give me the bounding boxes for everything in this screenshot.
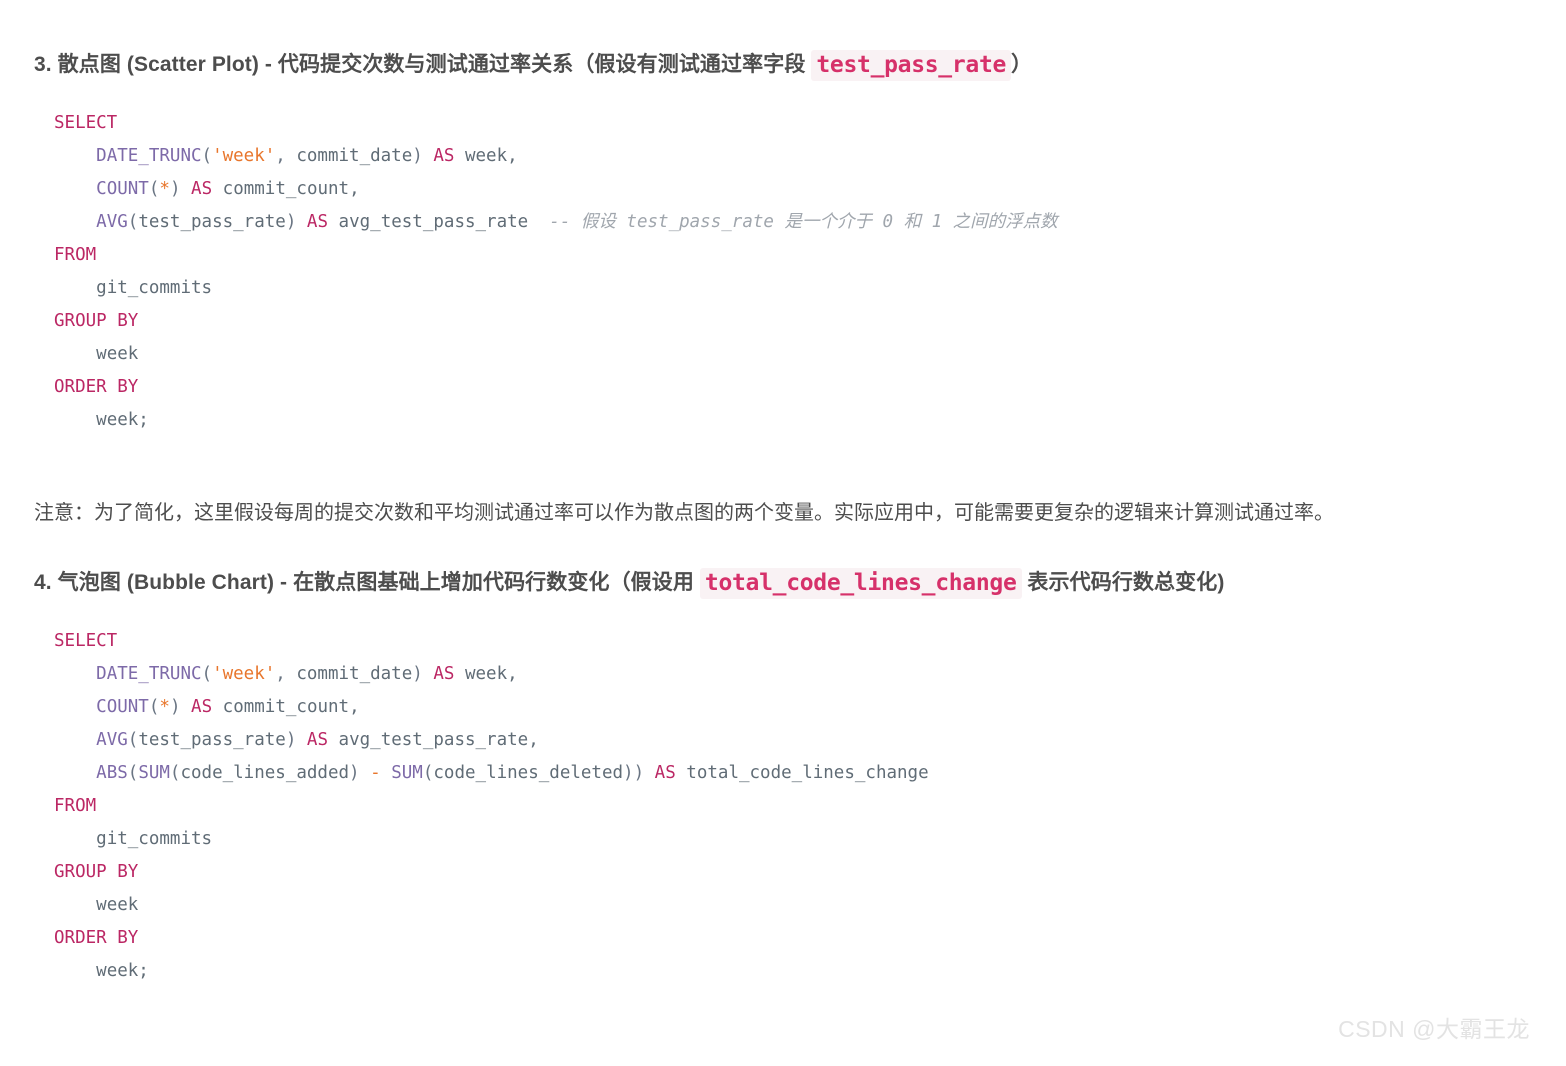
punctuation-open-paren: ( (148, 178, 160, 199)
punctuation-open-paren: ( (201, 663, 213, 684)
sql-keyword-as: AS (433, 663, 455, 684)
punctuation-close-paren: ) (349, 762, 360, 783)
sql-column-week: week (96, 894, 139, 915)
csdn-watermark: CSDN @大霸王龙 (1338, 1016, 1530, 1042)
punctuation-open-paren: ( (148, 696, 160, 717)
sql-alias-week: week, (464, 145, 518, 166)
sql-identifier-test-pass-rate: test_pass_rate (138, 211, 286, 232)
punctuation-close-paren: ) (285, 729, 297, 750)
sql-operator-minus: - (370, 762, 381, 783)
sql-code-block-scatter-plot[interactable]: SELECT DATE_TRUNC('week', commit_date) A… (34, 100, 1532, 443)
sql-alias-avg-test-pass-rate: avg_test_pass_rate, (338, 729, 539, 750)
punctuation-open-paren: ( (422, 762, 434, 783)
sql-column-week-end: week; (96, 960, 149, 981)
punctuation-close-paren: ) (285, 211, 297, 232)
sql-string-week: 'week' (212, 663, 276, 684)
sql-keyword-as: AS (191, 696, 213, 717)
sql-alias-total-code-lines-change: total_code_lines_change (686, 762, 929, 783)
sql-identifier-code-lines-deleted: code_lines_deleted (433, 762, 624, 783)
punctuation-comma: , (275, 145, 297, 166)
sql-identifier-code-lines-added: code_lines_added (180, 762, 350, 783)
heading-text-suffix: ） (1011, 53, 1033, 76)
section-heading-bubble-chart: 4. 气泡图 (Bubble Chart) - 在散点图基础上增加代码行数变化（… (34, 555, 1532, 599)
punctuation-close-paren: ) (412, 663, 423, 684)
punctuation-open-paren: ( (201, 145, 213, 166)
sql-function-sum-added: SUM (138, 762, 170, 783)
sql-function-count: COUNT (96, 178, 149, 199)
sql-keyword-as: AS (433, 145, 455, 166)
sql-function-date-trunc: DATE_TRUNC (96, 663, 202, 684)
inline-code-total-code-lines-change: total_code_lines_change (699, 567, 1022, 599)
sql-keyword-from: FROM (54, 244, 97, 265)
sql-string-week: 'week' (212, 145, 276, 166)
sql-function-avg: AVG (96, 211, 128, 232)
punctuation-close-paren: ) (169, 696, 181, 717)
sql-keyword-as: AS (306, 729, 328, 750)
sql-keyword-as: AS (654, 762, 676, 783)
inline-code-test-pass-rate: test_pass_rate (811, 50, 1012, 81)
note-paragraph-scatter-plot: 注意：为了简化，这里假设每周的提交次数和平均测试通过率可以作为散点图的两个变量。… (34, 501, 1334, 524)
sql-column-week: week (96, 343, 139, 364)
sql-table-git-commits: git_commits (96, 277, 213, 298)
sql-table-git-commits: git_commits (96, 828, 213, 849)
sql-identifier-test-pass-rate: test_pass_rate (138, 729, 286, 750)
sql-function-count: COUNT (96, 696, 149, 717)
document-page: 3. 散点图 (Scatter Plot) - 代码提交次数与测试通过率关系（假… (0, 21, 1566, 1066)
sql-alias-commit-count: commit_count, (222, 696, 360, 717)
sql-comment: -- 假设 test_pass_rate 是一个介于 0 和 1 之间的浮点数 (549, 211, 1058, 232)
punctuation-close-paren: ) (169, 178, 181, 199)
punctuation-open-paren: ( (169, 762, 181, 783)
heading-text-suffix: 表示代码行数总变化) (1021, 570, 1225, 594)
section-heading-scatter-plot: 3. 散点图 (Scatter Plot) - 代码提交次数与测试通过率关系（假… (34, 21, 1532, 81)
sql-operator-star: * (159, 178, 170, 199)
sql-code-block-bubble-chart[interactable]: SELECT DATE_TRUNC('week', commit_date) A… (34, 618, 1532, 994)
punctuation-open-paren: ( (127, 211, 139, 232)
sql-function-date-trunc: DATE_TRUNC (96, 145, 202, 166)
sql-keyword-from: FROM (54, 795, 97, 816)
punctuation-close-paren: ) (412, 145, 423, 166)
sql-keyword-select: SELECT (54, 112, 118, 133)
punctuation-close-paren: )) (623, 762, 645, 783)
sql-column-week-end: week; (96, 409, 149, 430)
punctuation-open-paren: ( (127, 729, 139, 750)
sql-function-abs: ABS (96, 762, 128, 783)
sql-keyword-order-by: ORDER BY (54, 376, 139, 397)
punctuation-comma: , (275, 663, 297, 684)
sql-keyword-as: AS (306, 211, 328, 232)
sql-function-avg: AVG (96, 729, 128, 750)
heading-text-prefix: 4. 气泡图 (Bubble Chart) - 在散点图基础上增加代码行数变化（… (34, 570, 700, 594)
sql-keyword-as: AS (191, 178, 213, 199)
sql-alias-commit-count: commit_count, (222, 178, 360, 199)
sql-keyword-group-by: GROUP BY (54, 861, 139, 882)
sql-keyword-select: SELECT (54, 630, 118, 651)
sql-alias-avg-test-pass-rate: avg_test_pass_rate (338, 211, 529, 232)
sql-identifier-commit-date: commit_date (296, 663, 413, 684)
sql-alias-week: week, (464, 663, 518, 684)
sql-keyword-group-by: GROUP BY (54, 310, 139, 331)
punctuation-open-paren: ( (127, 762, 139, 783)
sql-keyword-order-by: ORDER BY (54, 927, 139, 948)
sql-identifier-commit-date: commit_date (296, 145, 413, 166)
heading-text-prefix: 3. 散点图 (Scatter Plot) - 代码提交次数与测试通过率关系（假… (34, 53, 812, 76)
sql-function-sum-deleted: SUM (391, 762, 423, 783)
sql-operator-star: * (159, 696, 170, 717)
